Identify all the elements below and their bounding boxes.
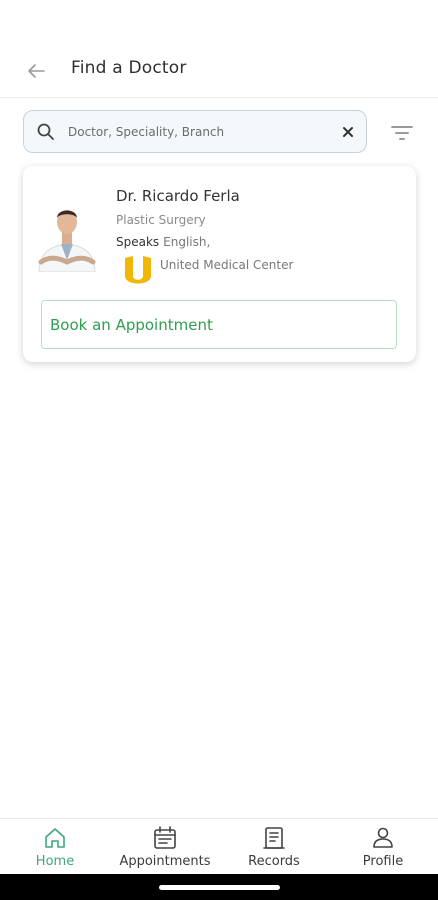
arrow-left-icon[interactable] bbox=[24, 59, 48, 83]
close-icon[interactable] bbox=[339, 123, 357, 141]
document-icon bbox=[263, 827, 285, 849]
nav-item-appointments[interactable]: Appointments bbox=[110, 819, 220, 875]
doctor-speciality: Plastic Surgery bbox=[116, 213, 206, 227]
system-navigation-bar bbox=[0, 874, 438, 900]
search-input[interactable] bbox=[68, 119, 328, 145]
nav-item-home[interactable]: Home bbox=[0, 819, 110, 875]
book-appointment-button[interactable]: Book an Appointment bbox=[41, 300, 397, 349]
user-icon bbox=[373, 827, 393, 848]
languages-value: English, bbox=[163, 235, 211, 249]
nav-label-home: Home bbox=[35, 854, 75, 869]
doctor-name: Dr. Ricardo Ferla bbox=[116, 187, 240, 205]
doctor-card[interactable]: Dr. Ricardo Ferla Plastic Surgery Speaks… bbox=[23, 166, 416, 362]
filter-icon[interactable] bbox=[390, 122, 414, 144]
page-title: Find a Doctor bbox=[71, 58, 187, 78]
top-app-bar: Find a Doctor bbox=[0, 0, 438, 98]
doctor-languages: Speaks English, bbox=[116, 235, 210, 249]
calendar-icon bbox=[154, 826, 176, 849]
bottom-navigation: Home Appointments Records Profile bbox=[0, 818, 438, 874]
nav-item-records[interactable]: Records bbox=[219, 819, 329, 875]
nav-label-records: Records bbox=[248, 854, 300, 869]
doctor-avatar bbox=[38, 210, 96, 272]
search-bar bbox=[23, 110, 367, 153]
home-icon bbox=[45, 828, 65, 848]
nav-label-profile: Profile bbox=[362, 854, 404, 869]
speaks-label: Speaks bbox=[116, 235, 160, 249]
nav-label-appointments: Appointments bbox=[119, 854, 211, 869]
medical-center-name: United Medical Center bbox=[160, 258, 294, 272]
center-logo-icon bbox=[125, 256, 151, 284]
home-indicator[interactable] bbox=[159, 885, 280, 890]
nav-item-profile[interactable]: Profile bbox=[328, 819, 438, 875]
search-icon bbox=[37, 123, 54, 140]
